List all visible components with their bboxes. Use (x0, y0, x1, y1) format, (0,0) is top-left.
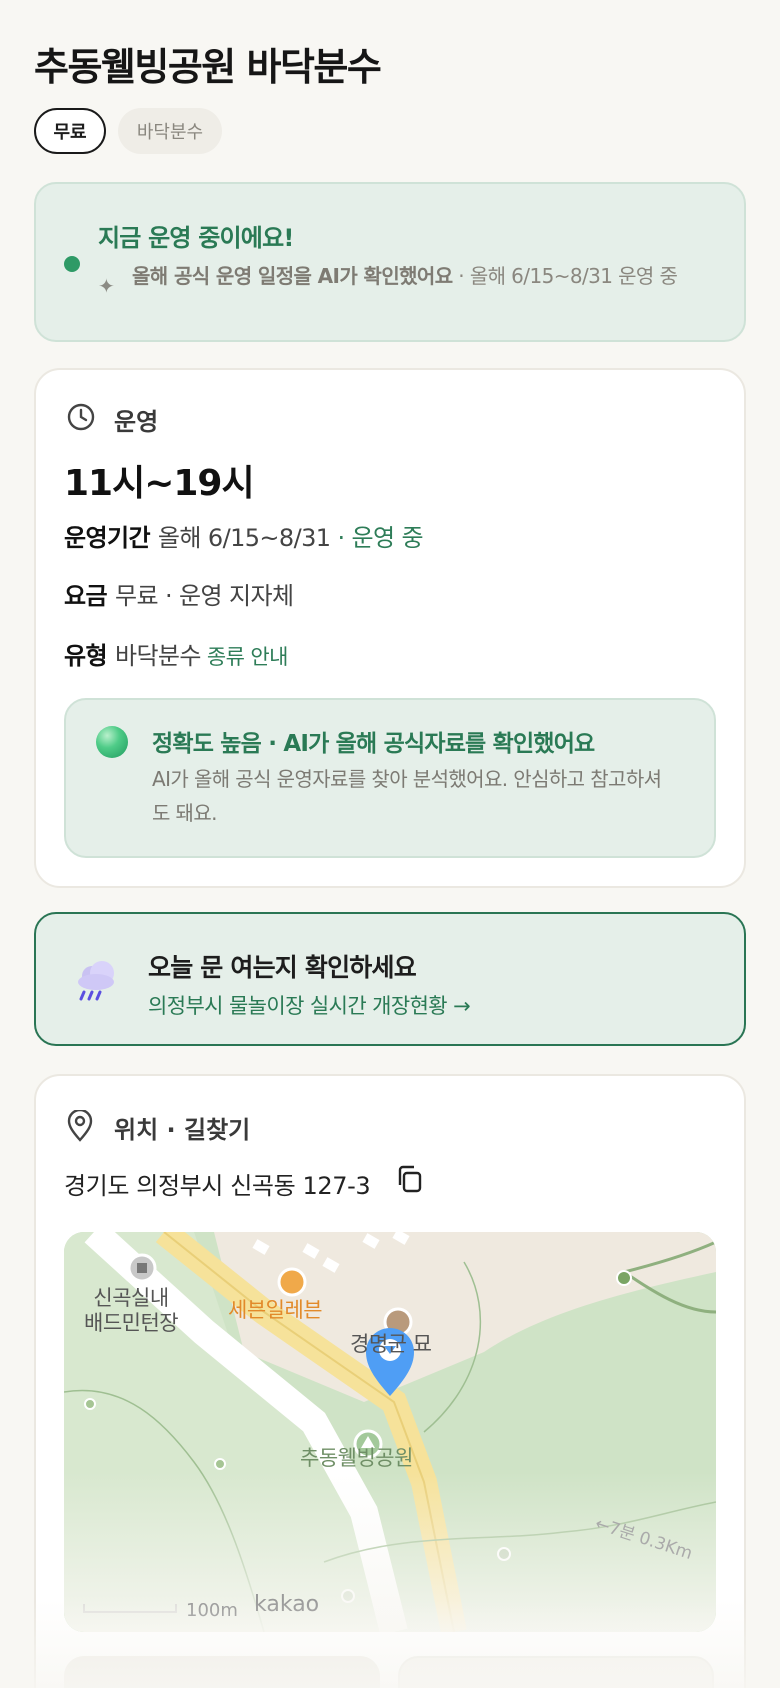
sparkle-icon: ✦ (98, 274, 115, 298)
operation-heading: 운영 (114, 408, 159, 436)
location-pin-icon (67, 1110, 93, 1142)
realtime-link[interactable]: 의정부시 물놀이장 실시간 개장현황 → (148, 990, 471, 1020)
period-value: 올해 6/15~8/31 (157, 524, 331, 552)
status-description: 올해 공식 운영 일정을 AI가 확인했어요 · 올해 6/15~8/31 운영… (132, 262, 722, 290)
realtime-status-banner[interactable]: 오늘 문 여는지 확인하세요 의정부시 물놀이장 실시간 개장현황 → (34, 912, 746, 1046)
map-label-park: 추동웰빙공원 (300, 1446, 413, 1470)
copy-icon[interactable] (396, 1164, 424, 1194)
status-dot-icon (64, 256, 80, 272)
map-label-seven-eleven: 세븐일레븐 (228, 1298, 323, 1322)
type-value: 바닥분수 (114, 642, 202, 670)
chip-free[interactable]: 무료 (34, 108, 106, 154)
fee-row: 요금 무료 · 운영 지자체 (64, 576, 294, 611)
location-card: 위치 · 길찾기 경기도 의정부시 신곡동 127-3 신곡실내 배드민턴장 세… (34, 1074, 746, 1688)
accuracy-orb-icon (96, 726, 128, 758)
address-text: 경기도 의정부시 신곡동 127-3 (64, 1172, 371, 1200)
rain-cloud-icon (78, 961, 114, 1001)
accuracy-description: AI가 올해 공식 운영자료를 찾아 분석했어요. 안심하고 참고하셔도 돼요. (152, 767, 662, 825)
realtime-title: 오늘 문 여는지 확인하세요 (148, 953, 417, 982)
type-label: 유형 (64, 642, 108, 670)
type-guide-link[interactable]: 종류 안내 (207, 645, 289, 669)
clock-icon (67, 403, 95, 431)
fee-value: 무료 · 운영 지자체 (114, 582, 294, 610)
chip-type[interactable]: 바닥분수 (118, 108, 222, 154)
fee-label: 요금 (64, 582, 108, 610)
accuracy-title: 정확도 높음 · AI가 올해 공식자료를 확인했어요 (152, 731, 595, 757)
type-row: 유형 바닥분수 종류 안내 (64, 636, 288, 671)
operation-card: 운영 11시~19시 운영기간 올해 6/15~8/31 · 운영 중 요금 무료 … (34, 368, 746, 888)
period-label: 운영기간 (64, 524, 151, 552)
map-view[interactable]: 신곡실내배드민턴장 세븐일레븐 경명군 묘 추동웰빙공원 100m kakao … (64, 1232, 716, 1632)
status-card: 지금 운영 중이에요! ✦ 올해 공식 운영 일정을 AI가 확인했어요 · 올… (34, 182, 746, 342)
status-title: 지금 운영 중이에요! (98, 224, 294, 252)
operation-hours: 11시~19시 (64, 463, 255, 504)
status-desc-rest: · 올해 6/15~8/31 운영 중 (452, 264, 678, 288)
period-status: · 운영 중 (330, 524, 423, 552)
accuracy-box: 정확도 높음 · AI가 올해 공식자료를 확인했어요 AI가 올해 공식 운영… (64, 698, 716, 858)
period-row: 운영기간 올해 6/15~8/31 · 운영 중 (64, 518, 424, 553)
map-label-tomb: 경명군 묘 (350, 1332, 432, 1356)
bottom-fade-overlay (0, 1600, 780, 1688)
page-title: 추동웰빙공원 바닥분수 (34, 45, 382, 89)
map-label-badminton: 신곡실내 배드민턴장 (84, 1286, 179, 1335)
status-desc-bold: 올해 공식 운영 일정을 AI가 확인했어요 (132, 264, 453, 288)
page: 추동웰빙공원 바닥분수 무료 바닥분수 지금 운영 중이에요! ✦ 올해 공식 … (0, 0, 780, 1688)
location-heading: 위치 · 길찾기 (114, 1116, 251, 1144)
